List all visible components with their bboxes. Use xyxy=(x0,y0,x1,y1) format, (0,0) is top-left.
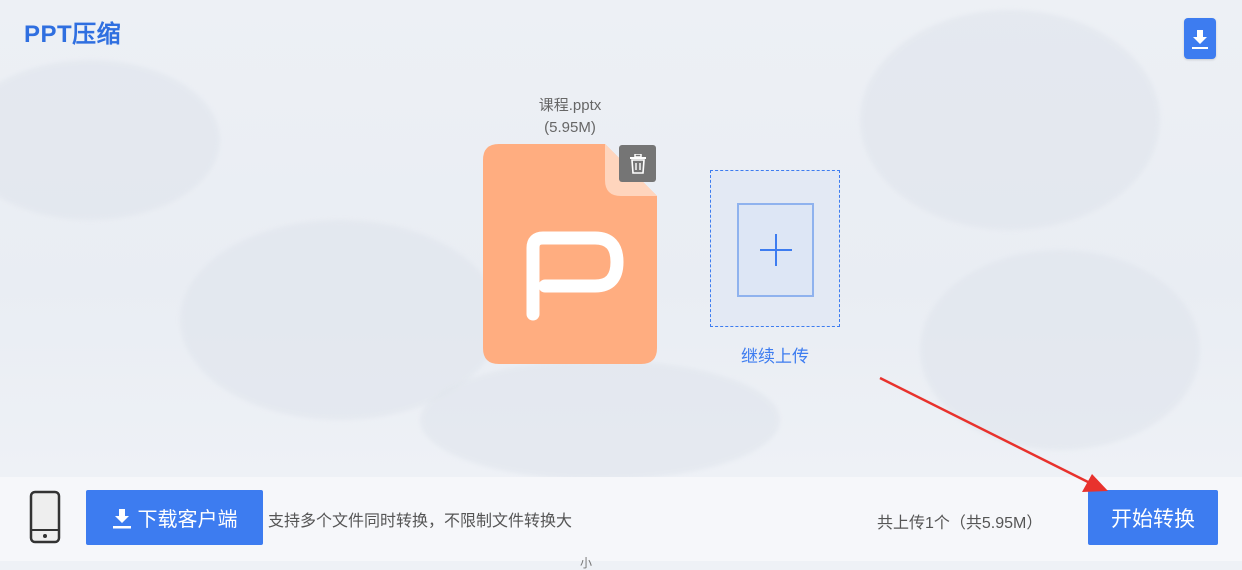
stray-glyph: 小 xyxy=(580,556,593,570)
start-convert-button[interactable]: 开始转换 xyxy=(1088,490,1218,545)
download-button[interactable] xyxy=(1184,18,1216,59)
support-text: 支持多个文件同时转换，不限制文件转换大 xyxy=(268,513,573,530)
background-splatter xyxy=(920,250,1200,450)
upload-summary: 共上传1个（共5.95M） xyxy=(877,515,1043,532)
download-client-button[interactable]: 下载客户端 xyxy=(86,490,263,545)
file-size: (5.95M) xyxy=(544,119,596,136)
add-more-label[interactable]: 继续上传 xyxy=(710,342,840,367)
phone-icon[interactable] xyxy=(29,490,61,544)
trash-icon xyxy=(629,153,646,174)
download-client-label: 下载客户端 xyxy=(137,509,238,531)
background-splatter xyxy=(860,10,1160,230)
file-name: 课程.pptx xyxy=(538,97,602,114)
background-splatter xyxy=(0,60,220,220)
add-file-tile[interactable] xyxy=(737,203,814,297)
delete-file-button[interactable] xyxy=(619,145,656,182)
download-icon xyxy=(1192,29,1208,49)
add-more-files-button[interactable] xyxy=(710,170,840,327)
background-splatter xyxy=(420,360,780,477)
page-title: PPT压缩 xyxy=(24,21,122,48)
plus-icon xyxy=(759,234,792,266)
download-icon xyxy=(112,507,132,529)
